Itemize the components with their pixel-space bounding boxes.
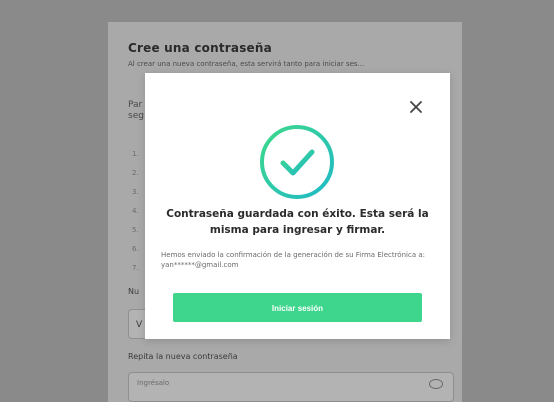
success-modal: Contraseña guardada con éxito. Esta será… <box>145 73 450 339</box>
close-icon[interactable] <box>408 99 424 115</box>
rule-item: 3. <box>132 188 139 196</box>
eye-icon[interactable] <box>429 379 443 389</box>
rule-item: 7. <box>132 264 139 272</box>
requirements-intro-line1: Par <box>128 100 143 110</box>
confirmation-text: Hemos enviado la confirmación de la gene… <box>161 251 425 269</box>
rule-item: 6. <box>132 245 139 253</box>
repeat-password-label: Repita la nueva contraseña <box>128 352 238 361</box>
rule-item: 4. <box>132 207 139 215</box>
login-button[interactable]: Iniciar sesión <box>173 293 422 322</box>
repeat-password-field[interactable]: Ingrésalo <box>128 372 454 402</box>
repeat-password-placeholder: Ingrésalo <box>137 379 170 387</box>
rule-item: 2. <box>132 169 139 177</box>
page-description: Al crear una nueva contraseña, esta serv… <box>128 60 365 68</box>
rule-item: 5. <box>132 226 139 234</box>
requirements-intro: Par seg <box>128 100 144 122</box>
new-password-label: Nu <box>128 287 140 296</box>
requirements-intro-line2: seg <box>128 111 144 121</box>
password-rules-list: 1. 2. 3. 4. 5. 6. 7. <box>132 148 139 281</box>
rule-item: 1. <box>132 150 139 158</box>
check-circle-icon <box>259 124 335 200</box>
page-title: Cree una contraseña <box>128 41 272 55</box>
success-message: Contraseña guardada con éxito. Esta será… <box>166 208 429 236</box>
